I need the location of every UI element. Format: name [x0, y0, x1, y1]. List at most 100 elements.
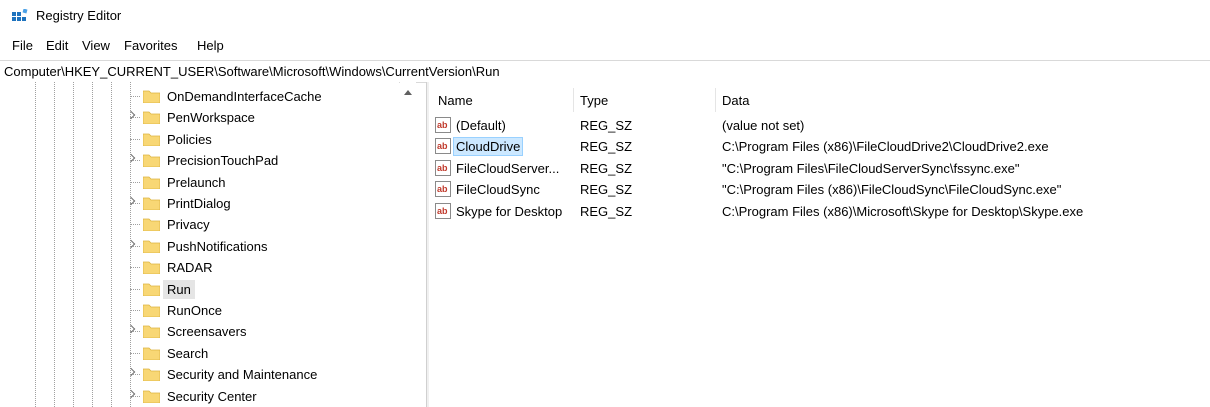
menu-view[interactable]: View — [82, 36, 110, 56]
tree-item[interactable]: PrintDialog — [0, 193, 399, 214]
value-type: REG_SZ — [580, 118, 633, 133]
value-data: "C:\Program Files\FileCloudServerSync\fs… — [722, 160, 1020, 176]
title-bar: Registry Editor — [0, 0, 1210, 32]
string-value-icon: ab — [435, 181, 451, 198]
string-value-icon: ab — [435, 117, 451, 133]
tree-item-label: PrecisionTouchPad — [167, 153, 279, 169]
tree-item-label: Search — [167, 345, 209, 361]
tree-item[interactable]: RunOnce — [0, 300, 399, 321]
registry-editor-icon — [12, 9, 28, 21]
tree-item[interactable]: OnDemandInterfaceCache — [0, 86, 399, 107]
folder-icon — [142, 260, 161, 275]
menu-file[interactable]: File — [12, 36, 33, 56]
folder-icon — [142, 132, 161, 147]
tree-item[interactable]: Prelaunch — [0, 172, 399, 193]
value-name: FileCloudSync — [456, 182, 540, 198]
tree-item[interactable]: Run — [0, 279, 399, 300]
folder-icon — [142, 389, 161, 403]
tree-item-label: Prelaunch — [167, 174, 226, 190]
folder-icon — [142, 324, 161, 339]
folder-icon — [142, 89, 161, 104]
tree-connector — [130, 181, 140, 183]
tree-item[interactable]: Security and Maintenance — [0, 364, 399, 385]
menu-favorites[interactable]: Favorites — [124, 36, 177, 56]
tree-item-label: Security Center — [167, 388, 257, 404]
column-header-data[interactable]: Data — [722, 92, 749, 109]
value-type: REG_SZ — [580, 139, 633, 155]
folder-icon — [142, 217, 161, 232]
value-type: REG_SZ — [580, 160, 633, 176]
value-type: REG_SZ — [580, 182, 633, 198]
scroll-up-icon[interactable] — [404, 90, 412, 95]
tree-connector — [130, 352, 140, 354]
tree-item-label: Privacy — [167, 217, 210, 233]
tree-connector — [130, 310, 140, 311]
tree-connector — [130, 224, 140, 226]
menu-help[interactable]: Help — [197, 36, 224, 56]
value-row[interactable]: ab (Default) REG_SZ (value not set) — [429, 115, 1210, 136]
string-value-icon: ab — [435, 202, 451, 219]
key-tree-pane[interactable]: OnDemandInterfaceCache PenWorkspace Polici… — [0, 82, 399, 407]
tree-item[interactable]: Security Center — [0, 386, 399, 407]
tree-item[interactable]: Search — [0, 343, 399, 364]
tree-item[interactable]: Screensavers — [0, 321, 399, 342]
tree-item-label: Screensavers — [167, 324, 247, 340]
value-row[interactable]: ab FileCloudSync REG_SZ "C:\Program Files (… — [429, 179, 1210, 200]
value-data: C:\Program Files (x86)\Microsoft\Skype f… — [722, 203, 1084, 219]
tree-item-label: Policies — [167, 131, 212, 147]
tree-connector — [130, 96, 140, 97]
tree-item-label: PenWorkspace — [167, 110, 255, 126]
tree-item[interactable]: PushNotifications — [0, 236, 399, 257]
tree-item[interactable]: PrecisionTouchPad — [0, 150, 399, 171]
window-title: Registry Editor — [36, 8, 122, 23]
tree-item-label: Run — [163, 279, 195, 299]
tree-scrollbar[interactable] — [400, 82, 416, 407]
svg-text:ab: ab — [437, 184, 448, 194]
folder-icon — [142, 282, 161, 296]
menu-edit[interactable]: Edit — [46, 36, 68, 56]
tree-item-label: PushNotifications — [167, 238, 268, 254]
value-name: Skype for Desktop — [456, 203, 563, 219]
tree-connector — [130, 288, 140, 290]
tree-item[interactable]: Privacy — [0, 214, 399, 235]
tree-item-label: RADAR — [167, 260, 213, 276]
value-row[interactable]: ab FileCloudServer... REG_SZ "C:\Program Fi… — [429, 158, 1210, 179]
folder-icon — [142, 153, 161, 168]
svg-text:ab: ab — [437, 206, 448, 216]
folder-icon — [142, 175, 161, 189]
address-path[interactable]: Computer\HKEY_CURRENT_USER\Software\Micr… — [4, 63, 500, 80]
svg-text:ab: ab — [437, 163, 448, 173]
folder-icon — [142, 110, 161, 125]
column-header-type[interactable]: Type — [580, 92, 608, 109]
svg-text:ab: ab — [437, 120, 448, 130]
column-divider[interactable] — [715, 88, 716, 112]
tree-item-label: PrintDialog — [167, 196, 231, 211]
value-data: C:\Program Files (x86)\FileCloudDrive2\C… — [722, 139, 1049, 155]
value-name: CloudDrive — [453, 137, 524, 157]
folder-icon — [142, 303, 161, 318]
tree-item-label: Security and Maintenance — [167, 367, 318, 383]
value-name: FileCloudServer... — [456, 160, 560, 176]
value-row[interactable]: ab CloudDrive REG_SZ C:\Program Files (x86)… — [429, 136, 1210, 157]
value-row[interactable]: ab Skype for Desktop REG_SZ C:\Program File… — [429, 201, 1210, 222]
string-value-icon: ab — [435, 159, 451, 176]
folder-icon — [142, 367, 161, 382]
value-data: (value not set) — [722, 118, 805, 133]
string-value-icon: ab — [435, 138, 451, 155]
values-pane[interactable]: Name Type Data ab (Default) REG_SZ (value n… — [429, 82, 1210, 407]
folder-icon — [142, 239, 161, 254]
tree-item[interactable]: RADAR — [0, 257, 399, 278]
value-type: REG_SZ — [580, 203, 633, 219]
tree-connector — [130, 267, 140, 269]
tree-item[interactable]: Policies — [0, 129, 399, 150]
tree-item[interactable]: PenWorkspace — [0, 107, 399, 128]
folder-icon — [142, 196, 161, 211]
svg-text:ab: ab — [437, 141, 448, 151]
address-bar[interactable]: Computer\HKEY_CURRENT_USER\Software\Micr… — [0, 60, 1210, 83]
value-name: (Default) — [456, 118, 506, 133]
folder-icon — [142, 346, 161, 361]
value-data: "C:\Program Files (x86)\FileCloudSync\Fi… — [722, 182, 1062, 198]
column-divider[interactable] — [573, 88, 574, 112]
tree-item-label: RunOnce — [167, 303, 222, 318]
column-header-name[interactable]: Name — [438, 92, 473, 109]
